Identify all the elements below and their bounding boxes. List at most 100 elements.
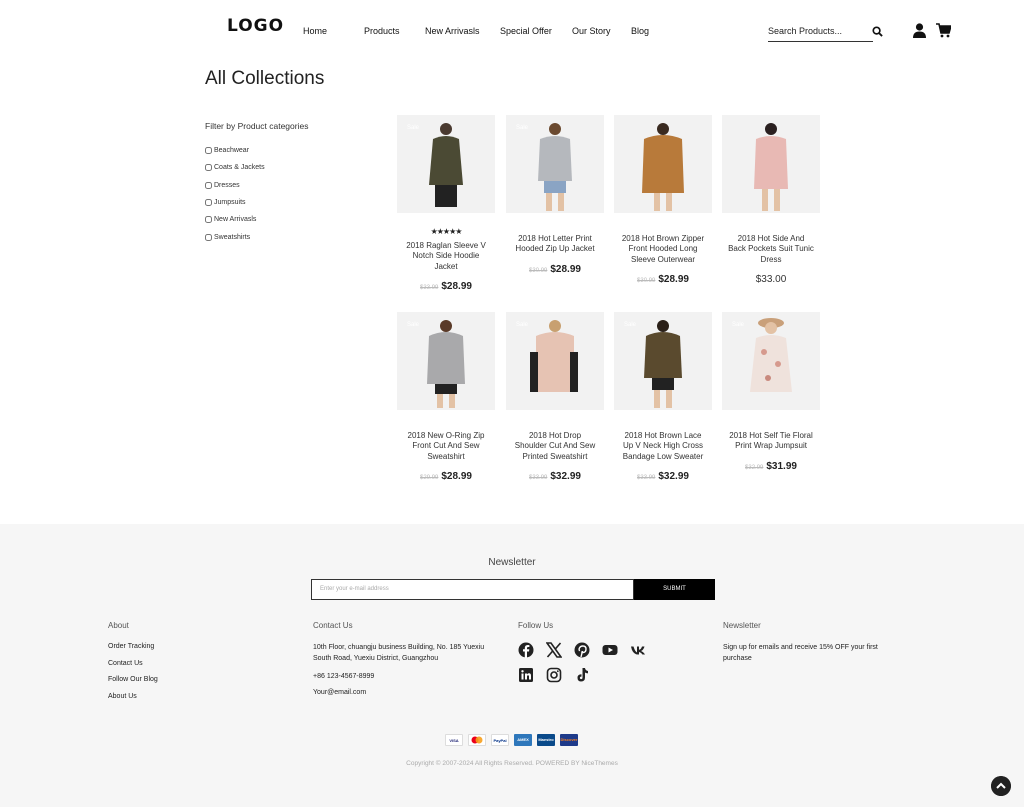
tiktok-icon[interactable] (574, 667, 590, 683)
product-card[interactable]: Sale 2018 Hot Drop Shoulder Cut And Sew … (506, 312, 604, 484)
nav-our-story[interactable]: Our Story (572, 26, 611, 36)
sale-badge: Sale (624, 322, 637, 328)
product-image[interactable]: Sale (397, 115, 495, 213)
product-name[interactable]: 2018 Raglan Sleeve V Notch Side Hoodie J… (397, 241, 495, 272)
product-card[interactable]: 2018 Hot Brown Zipper Front Hooded Long … (614, 115, 712, 287)
filter-label: Sweatshirts (214, 233, 251, 241)
checkbox[interactable] (205, 147, 212, 155)
product-image[interactable]: Sale (506, 115, 604, 213)
old-price: $29.99 (420, 474, 439, 481)
nav-products[interactable]: Products (364, 26, 400, 36)
price: $28.99 (441, 470, 472, 482)
filter-beachwear[interactable]: Beachwear (205, 142, 265, 159)
footer-link-order-tracking[interactable]: Order Tracking (108, 642, 158, 651)
user-icon[interactable] (913, 23, 926, 38)
old-price: $32.99 (745, 464, 764, 471)
old-price: $33.99 (420, 284, 439, 291)
pinterest-icon[interactable] (574, 642, 590, 658)
model-photo (754, 123, 788, 211)
page-title: All Collections (205, 68, 325, 89)
filter-label: Coats & Jackets (214, 164, 265, 172)
footer: Newsletter Enter your e-mail address SUB… (0, 524, 1024, 807)
linkedin-icon[interactable] (518, 667, 534, 683)
product-image[interactable]: Sale (397, 312, 495, 410)
footer-link-blog[interactable]: Follow Our Blog (108, 675, 158, 684)
mastercard-icon (468, 734, 486, 746)
product-image[interactable]: Sale (722, 312, 820, 410)
price: $33.00 (755, 273, 787, 285)
submit-button[interactable]: SUBMIT (634, 579, 715, 600)
footer-contact: Contact Us 10th Floor, chuangju business… (313, 621, 503, 705)
sale-badge: Sale (407, 322, 420, 328)
price: $32.99 (658, 470, 689, 482)
search-icon[interactable] (872, 26, 883, 37)
old-price: $33.99 (637, 474, 656, 481)
newsletter-text: Sign up for emails and receive 15% OFF y… (723, 644, 878, 662)
product-card[interactable]: Sale ★★★★★ 2018 Raglan Sleeve V Notch Si… (397, 115, 495, 294)
model-photo (642, 123, 684, 211)
product-name[interactable]: 2018 Hot Brown Lace Up V Neck High Cross… (614, 431, 712, 462)
product-image[interactable] (722, 115, 820, 213)
x-icon[interactable] (546, 642, 562, 658)
product-card[interactable]: Sale 2018 Hot Brown Lace Up V Neck High … (614, 312, 712, 484)
product-name[interactable]: 2018 New O-Ring Zip Front Cut And Sew Sw… (397, 431, 495, 462)
filter-label: Jumpsuits (214, 199, 246, 207)
nav-special-offer[interactable]: Special Offer (500, 26, 552, 36)
price: $28.99 (441, 280, 472, 292)
contact-email[interactable]: Your@email.com (313, 688, 503, 697)
checkbox[interactable] (205, 216, 212, 224)
product-image[interactable]: Sale (506, 312, 604, 410)
checkbox[interactable] (205, 199, 212, 207)
filter-new-arrivals[interactable]: New Arrivasls (205, 211, 265, 228)
product-card[interactable]: Sale 2018 New O-Ring Zip Front Cut And S… (397, 312, 495, 484)
nav-blog[interactable]: Blog (631, 26, 649, 36)
filter-coats-jackets[interactable]: Coats & Jackets (205, 159, 265, 176)
checkbox[interactable] (205, 233, 212, 241)
footer-heading: Contact Us (313, 621, 353, 630)
product-card[interactable]: 2018 Hot Side And Back Pockets Suit Tuni… (722, 115, 820, 287)
vk-icon[interactable] (630, 642, 646, 658)
footer-link-about-us[interactable]: About Us (108, 692, 158, 701)
old-price: $33.99 (529, 474, 548, 481)
checkbox[interactable] (205, 181, 212, 189)
email-field[interactable]: Enter your e-mail address (311, 579, 634, 600)
footer-heading: Newsletter (723, 621, 761, 630)
nav-home[interactable]: Home (303, 26, 327, 36)
footer-link-contact-us[interactable]: Contact Us (108, 659, 158, 668)
filter-dresses[interactable]: Dresses (205, 177, 265, 194)
product-name[interactable]: 2018 Hot Letter Print Hooded Zip Up Jack… (506, 234, 604, 255)
cart-icon[interactable] (936, 23, 951, 38)
filter-sweatshirts[interactable]: Sweatshirts (205, 228, 265, 245)
footer-heading: Follow Us (518, 621, 554, 630)
product-image[interactable] (614, 115, 712, 213)
filter-jumpsuits[interactable]: Jumpsuits (205, 194, 265, 211)
paypal-icon: PayPal (491, 734, 509, 746)
footer-about: About Order Tracking Contact Us Follow O… (108, 621, 158, 708)
product-card[interactable]: Sale 2018 Hot Letter Print Hooded Zip Up… (506, 115, 604, 277)
price: $31.99 (766, 460, 797, 472)
logo[interactable]: LOGO (227, 16, 284, 36)
checkbox[interactable] (205, 164, 212, 172)
product-card[interactable]: Sale 2018 Hot Self Tie Floral Print Wrap… (722, 312, 820, 474)
search-input[interactable]: Search Products... (768, 22, 873, 42)
product-name[interactable]: 2018 Hot Self Tie Floral Print Wrap Jump… (722, 431, 820, 452)
product-name[interactable]: 2018 Hot Drop Shoulder Cut And Sew Print… (506, 431, 604, 462)
facebook-icon[interactable] (518, 642, 534, 658)
product-name[interactable]: 2018 Hot Side And Back Pockets Suit Tuni… (722, 234, 820, 265)
price: $32.99 (550, 470, 581, 482)
nav-new-arrivals[interactable]: New Arrivasls (425, 26, 480, 36)
instagram-icon[interactable] (546, 667, 562, 683)
filter-label: Dresses (214, 181, 240, 189)
back-to-top-button[interactable] (991, 776, 1011, 796)
price: $28.99 (550, 263, 581, 275)
sale-badge: Sale (516, 322, 529, 328)
product-image[interactable]: Sale (614, 312, 712, 410)
old-price: $30.99 (637, 277, 656, 284)
footer-follow: Follow Us (518, 621, 648, 683)
maestro-icon: Maestro (537, 734, 555, 746)
filter-label: Beachwear (214, 147, 250, 155)
discover-icon: Discover (560, 734, 578, 746)
product-name[interactable]: 2018 Hot Brown Zipper Front Hooded Long … (614, 234, 712, 265)
youtube-icon[interactable] (602, 642, 618, 658)
footer-newsletter-col: Newsletter Sign up for emails and receiv… (723, 621, 898, 672)
